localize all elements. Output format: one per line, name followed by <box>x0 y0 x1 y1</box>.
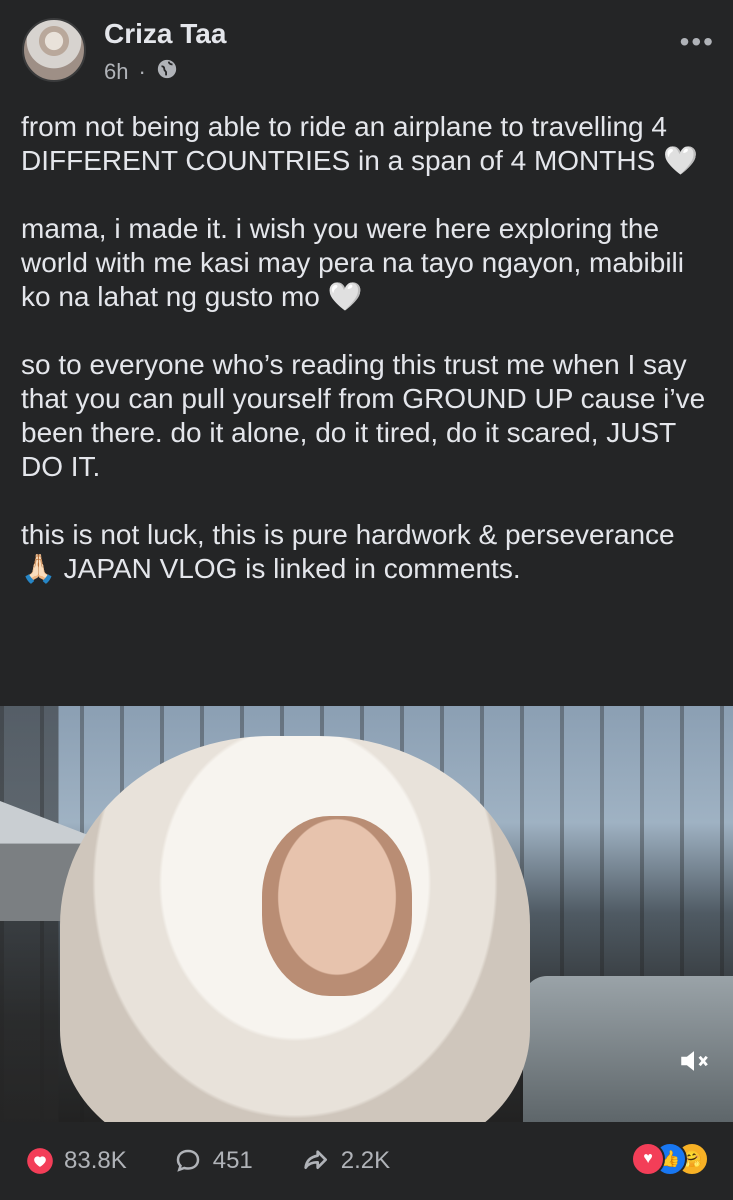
like-stat[interactable]: 83.8K <box>26 1147 127 1175</box>
post-time[interactable]: 6h <box>104 59 128 85</box>
mute-button[interactable] <box>677 1044 713 1080</box>
more-horizontal-icon: ••• <box>679 26 715 57</box>
reaction-summary[interactable]: ♥ 👍 🤗 <box>631 1142 711 1176</box>
comment-stat[interactable]: 451 <box>173 1146 253 1176</box>
post-header: Criza Taa 6h · ••• <box>0 0 733 100</box>
more-options-button[interactable]: ••• <box>680 26 715 58</box>
share-count: 2.2K <box>340 1147 391 1174</box>
post-text: from not being able to ride an airplane … <box>21 111 706 584</box>
heart-icon <box>26 1147 54 1175</box>
author-name[interactable]: Criza Taa <box>104 18 226 50</box>
share-arrow-icon <box>299 1145 331 1177</box>
comment-count: 451 <box>212 1147 253 1174</box>
love-reaction-icon: ♥ <box>631 1142 665 1176</box>
globe-icon <box>156 58 178 86</box>
volume-muted-icon <box>677 1051 711 1084</box>
author-avatar[interactable] <box>22 18 86 82</box>
post-video[interactable] <box>0 706 733 1122</box>
share-stat[interactable]: 2.2K <box>299 1145 390 1177</box>
meta-separator: · <box>138 59 146 84</box>
video-face <box>262 816 412 996</box>
like-count: 83.8K <box>64 1147 127 1174</box>
post-meta: 6h · <box>104 58 178 86</box>
post-footer: 83.8K 451 2.2K ♥ 👍 🤗 <box>0 1122 733 1200</box>
comment-bubble-icon <box>173 1146 203 1176</box>
